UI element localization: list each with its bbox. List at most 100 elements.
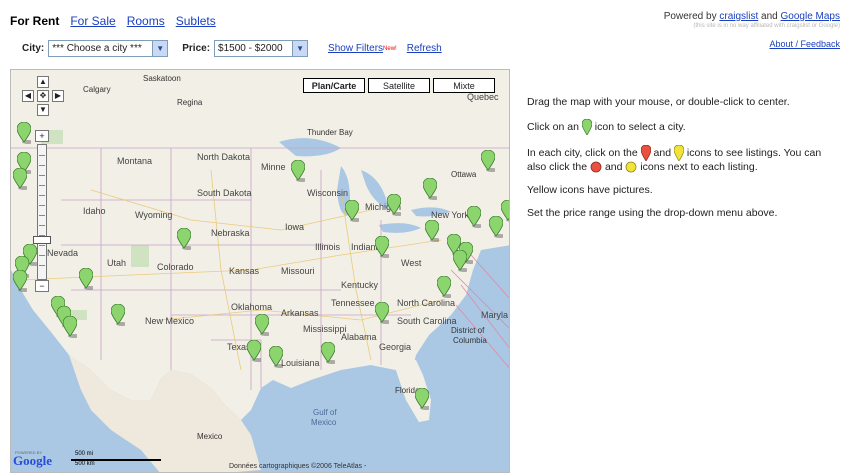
refresh-link[interactable]: Refresh <box>407 43 442 54</box>
map-label-west-virginia: West <box>401 258 422 268</box>
map-label-regina: Regina <box>177 98 203 107</box>
map-label-wyoming: Wyoming <box>135 210 173 220</box>
city-pin-icon[interactable] <box>375 236 389 258</box>
city-pin-icon[interactable] <box>247 340 261 362</box>
city-label: City: <box>22 43 45 54</box>
zoom-slider-track[interactable] <box>37 144 47 280</box>
price-select[interactable]: $1500 - $2000 ▼ <box>214 40 309 57</box>
yellow-dot-icon <box>626 161 637 173</box>
map-label-nebraska: Nebraska <box>211 228 250 238</box>
city-pin-icon[interactable] <box>423 178 437 200</box>
map-label-ottawa: Ottawa <box>451 170 477 179</box>
map-view[interactable]: Saskatoon Calgary Regina Thunder Bay Que… <box>10 69 510 473</box>
red-dot-icon <box>590 161 602 173</box>
map-label-gulf-mexico: Mexico <box>311 418 337 427</box>
city-pin-icon[interactable] <box>387 194 401 216</box>
zoom-out-button[interactable]: − <box>35 280 49 292</box>
pan-center-icon[interactable]: ✥ <box>37 90 49 102</box>
powered-by: Powered by craigslist and Google Maps <box>663 11 840 22</box>
pan-right-icon[interactable]: ▶ <box>52 90 64 102</box>
instruction-select-city: Click on an icon to select a city. <box>527 119 832 135</box>
map-label-kentucky: Kentucky <box>341 280 379 290</box>
pan-down-icon[interactable]: ▼ <box>37 104 49 116</box>
city-pin-icon[interactable] <box>415 388 429 410</box>
map-label-thunder-bay: Thunder Bay <box>307 128 353 137</box>
scale-bar: 500 mi 500 km <box>71 451 161 469</box>
city-pin-icon[interactable] <box>481 150 495 172</box>
map-type-switcher: Plan/Carte Satellite Mixte <box>303 78 495 93</box>
craigslist-link[interactable]: craigslist <box>719 11 758 22</box>
pan-left-icon[interactable]: ◀ <box>22 90 34 102</box>
city-pin-icon[interactable] <box>345 200 359 222</box>
zoom-slider-handle[interactable] <box>33 236 51 244</box>
map-label-alabama: Alabama <box>341 332 377 342</box>
yellow-pin-icon <box>674 145 684 161</box>
map-label-wisconsin: Wisconsin <box>307 188 349 198</box>
map-label-south-carolina: South Carolina <box>397 316 457 326</box>
city-pin-icon[interactable] <box>13 168 27 190</box>
map-label-district-of: District of <box>451 326 485 335</box>
about-feedback-link[interactable]: About / Feedback <box>769 39 840 49</box>
zoom-in-button[interactable]: + <box>35 130 49 142</box>
map-label-illinois: Illinois <box>315 242 341 252</box>
map-label-mexico: Mexico <box>197 432 223 441</box>
city-pin-icon[interactable] <box>177 228 191 250</box>
map-label-idaho: Idaho <box>83 206 106 216</box>
tab-sublets[interactable]: Sublets <box>176 14 216 28</box>
city-pin-icon[interactable] <box>111 304 125 326</box>
city-pin-icon[interactable] <box>79 268 93 290</box>
map-label-montana: Montana <box>117 156 153 166</box>
map-label-arkansas: Arkansas <box>281 308 319 318</box>
chevron-down-icon: ▼ <box>152 41 168 56</box>
show-filters-link[interactable]: Show Filters <box>328 43 383 54</box>
map-type-plan-button[interactable]: Plan/Carte <box>303 78 365 93</box>
instructions-panel: Drag the map with your mouse, or double-… <box>527 96 832 230</box>
map-label-columbia: Columbia <box>453 336 487 345</box>
pan-up-icon[interactable]: ▲ <box>37 76 49 88</box>
instruction-price-range: Set the price range using the drop-down … <box>527 207 778 219</box>
map-label-gulf-of: Gulf of <box>313 408 337 417</box>
city-pin-icon[interactable] <box>63 316 77 338</box>
map-label-new-york: New York <box>431 210 470 220</box>
filter-bar: City: *** Choose a city *** ▼ Price: $15… <box>22 40 442 57</box>
map-label-nevada: Nevada <box>47 248 79 258</box>
map-label-saskatoon: Saskatoon <box>143 74 181 83</box>
map-label-kansas: Kansas <box>229 266 260 276</box>
city-pin-icon[interactable] <box>453 250 467 272</box>
city-select[interactable]: *** Choose a city *** ▼ <box>48 40 169 57</box>
city-pin-icon[interactable] <box>501 200 509 222</box>
map-type-satellite-button[interactable]: Satellite <box>368 78 430 93</box>
tab-for-sale[interactable]: For Sale <box>70 14 115 28</box>
tab-for-rent[interactable]: For Rent <box>10 14 59 28</box>
map-label-new-mexico: New Mexico <box>145 316 195 326</box>
city-pin-icon[interactable] <box>437 276 451 298</box>
city-pin-icon[interactable] <box>13 270 27 292</box>
map-label-georgia: Georgia <box>379 342 412 352</box>
map-label-iowa: Iowa <box>285 222 305 232</box>
pan-control: ▲ ◀ ✥ ▶ ▼ <box>18 76 68 126</box>
city-pin-icon[interactable] <box>269 346 283 368</box>
city-pin-icon[interactable] <box>255 314 269 336</box>
map-type-mixed-button[interactable]: Mixte <box>433 78 495 93</box>
map-label-mississippi: Mississippi <box>303 324 347 334</box>
map-label-quebec: Quebec <box>467 92 499 102</box>
map-label-north-carolina: North Carolina <box>397 298 456 308</box>
map-label-louisiana: Louisiana <box>281 358 320 368</box>
city-pin-icon[interactable] <box>425 220 439 242</box>
map-label-south-dakota: South Dakota <box>197 188 252 198</box>
google-maps-link[interactable]: Google Maps <box>781 11 840 22</box>
scale-miles: 500 mi <box>75 451 94 457</box>
city-pin-icon[interactable] <box>321 342 335 364</box>
city-pin-icon[interactable] <box>467 206 481 228</box>
disclaimer-text: (this site is in no way affiliated with … <box>693 23 840 29</box>
city-pin-icon[interactable] <box>375 302 389 324</box>
instruction-yellow-pictures: Yellow icons have pictures. <box>527 184 653 196</box>
map-copyright: Données cartographiques ©2006 TeleAtlas … <box>229 463 367 470</box>
tab-rooms[interactable]: Rooms <box>127 14 165 28</box>
map-label-oklahoma: Oklahoma <box>231 302 273 312</box>
map-label-minnesota: Minne <box>261 162 286 172</box>
listing-type-nav: For Rent For Sale Rooms Sublets <box>10 14 216 28</box>
green-pin-icon <box>581 119 592 135</box>
city-pin-icon[interactable] <box>17 122 31 144</box>
city-pin-icon[interactable] <box>291 160 305 182</box>
